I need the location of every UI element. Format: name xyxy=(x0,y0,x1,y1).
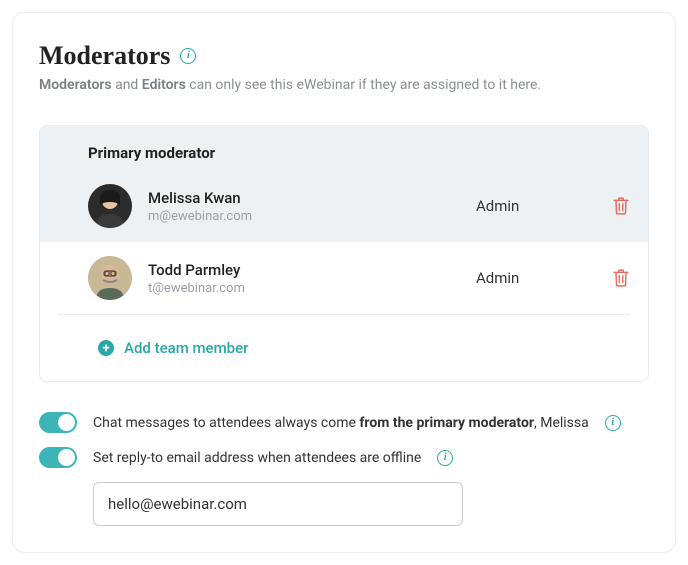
moderator-row: Todd Parmley t@ewebinar.com Admin xyxy=(40,242,648,314)
avatar xyxy=(88,256,132,300)
moderator-row: Melissa Kwan m@ewebinar.com Admin xyxy=(40,170,648,242)
info-icon[interactable]: i xyxy=(180,48,196,64)
moderators-card: Moderators i Moderators and Editors can … xyxy=(12,12,676,553)
user-role: Admin xyxy=(476,197,596,215)
reply-to-toggle-row: Set reply-to email address when attendee… xyxy=(39,447,649,468)
user-role: Admin xyxy=(476,269,596,287)
add-team-member-label: Add team member xyxy=(124,339,248,357)
user-name: Melissa Kwan xyxy=(148,189,460,207)
delete-button[interactable] xyxy=(612,197,630,215)
user-info: Todd Parmley t@ewebinar.com xyxy=(148,261,460,296)
reply-to-email-wrap xyxy=(93,482,649,526)
info-icon[interactable]: i xyxy=(437,450,453,466)
primary-moderator-label: Primary moderator xyxy=(40,126,648,170)
trash-icon xyxy=(613,269,629,287)
delete-button[interactable] xyxy=(612,269,630,287)
chat-from-primary-toggle-row: Chat messages to attendees always come f… xyxy=(39,412,649,433)
reply-to-email-input[interactable] xyxy=(93,482,463,526)
chat-from-primary-label: Chat messages to attendees always come f… xyxy=(93,415,589,431)
moderators-list: Primary moderator Melissa Kwan m@ewebina… xyxy=(39,125,649,382)
avatar xyxy=(88,184,132,228)
page-title: Moderators xyxy=(39,41,170,71)
plus-icon: + xyxy=(98,340,114,356)
section-header: Moderators i xyxy=(39,41,649,71)
user-email: m@ewebinar.com xyxy=(148,209,460,224)
info-icon[interactable]: i xyxy=(605,415,621,431)
user-info: Melissa Kwan m@ewebinar.com xyxy=(148,189,460,224)
section-subtitle: Moderators and Editors can only see this… xyxy=(39,77,649,93)
add-team-member-button[interactable]: + Add team member xyxy=(40,315,648,381)
chat-from-primary-toggle[interactable] xyxy=(39,412,77,433)
user-name: Todd Parmley xyxy=(148,261,460,279)
trash-icon xyxy=(613,197,629,215)
user-email: t@ewebinar.com xyxy=(148,281,460,296)
reply-to-label: Set reply-to email address when attendee… xyxy=(93,450,421,466)
reply-to-toggle[interactable] xyxy=(39,447,77,468)
